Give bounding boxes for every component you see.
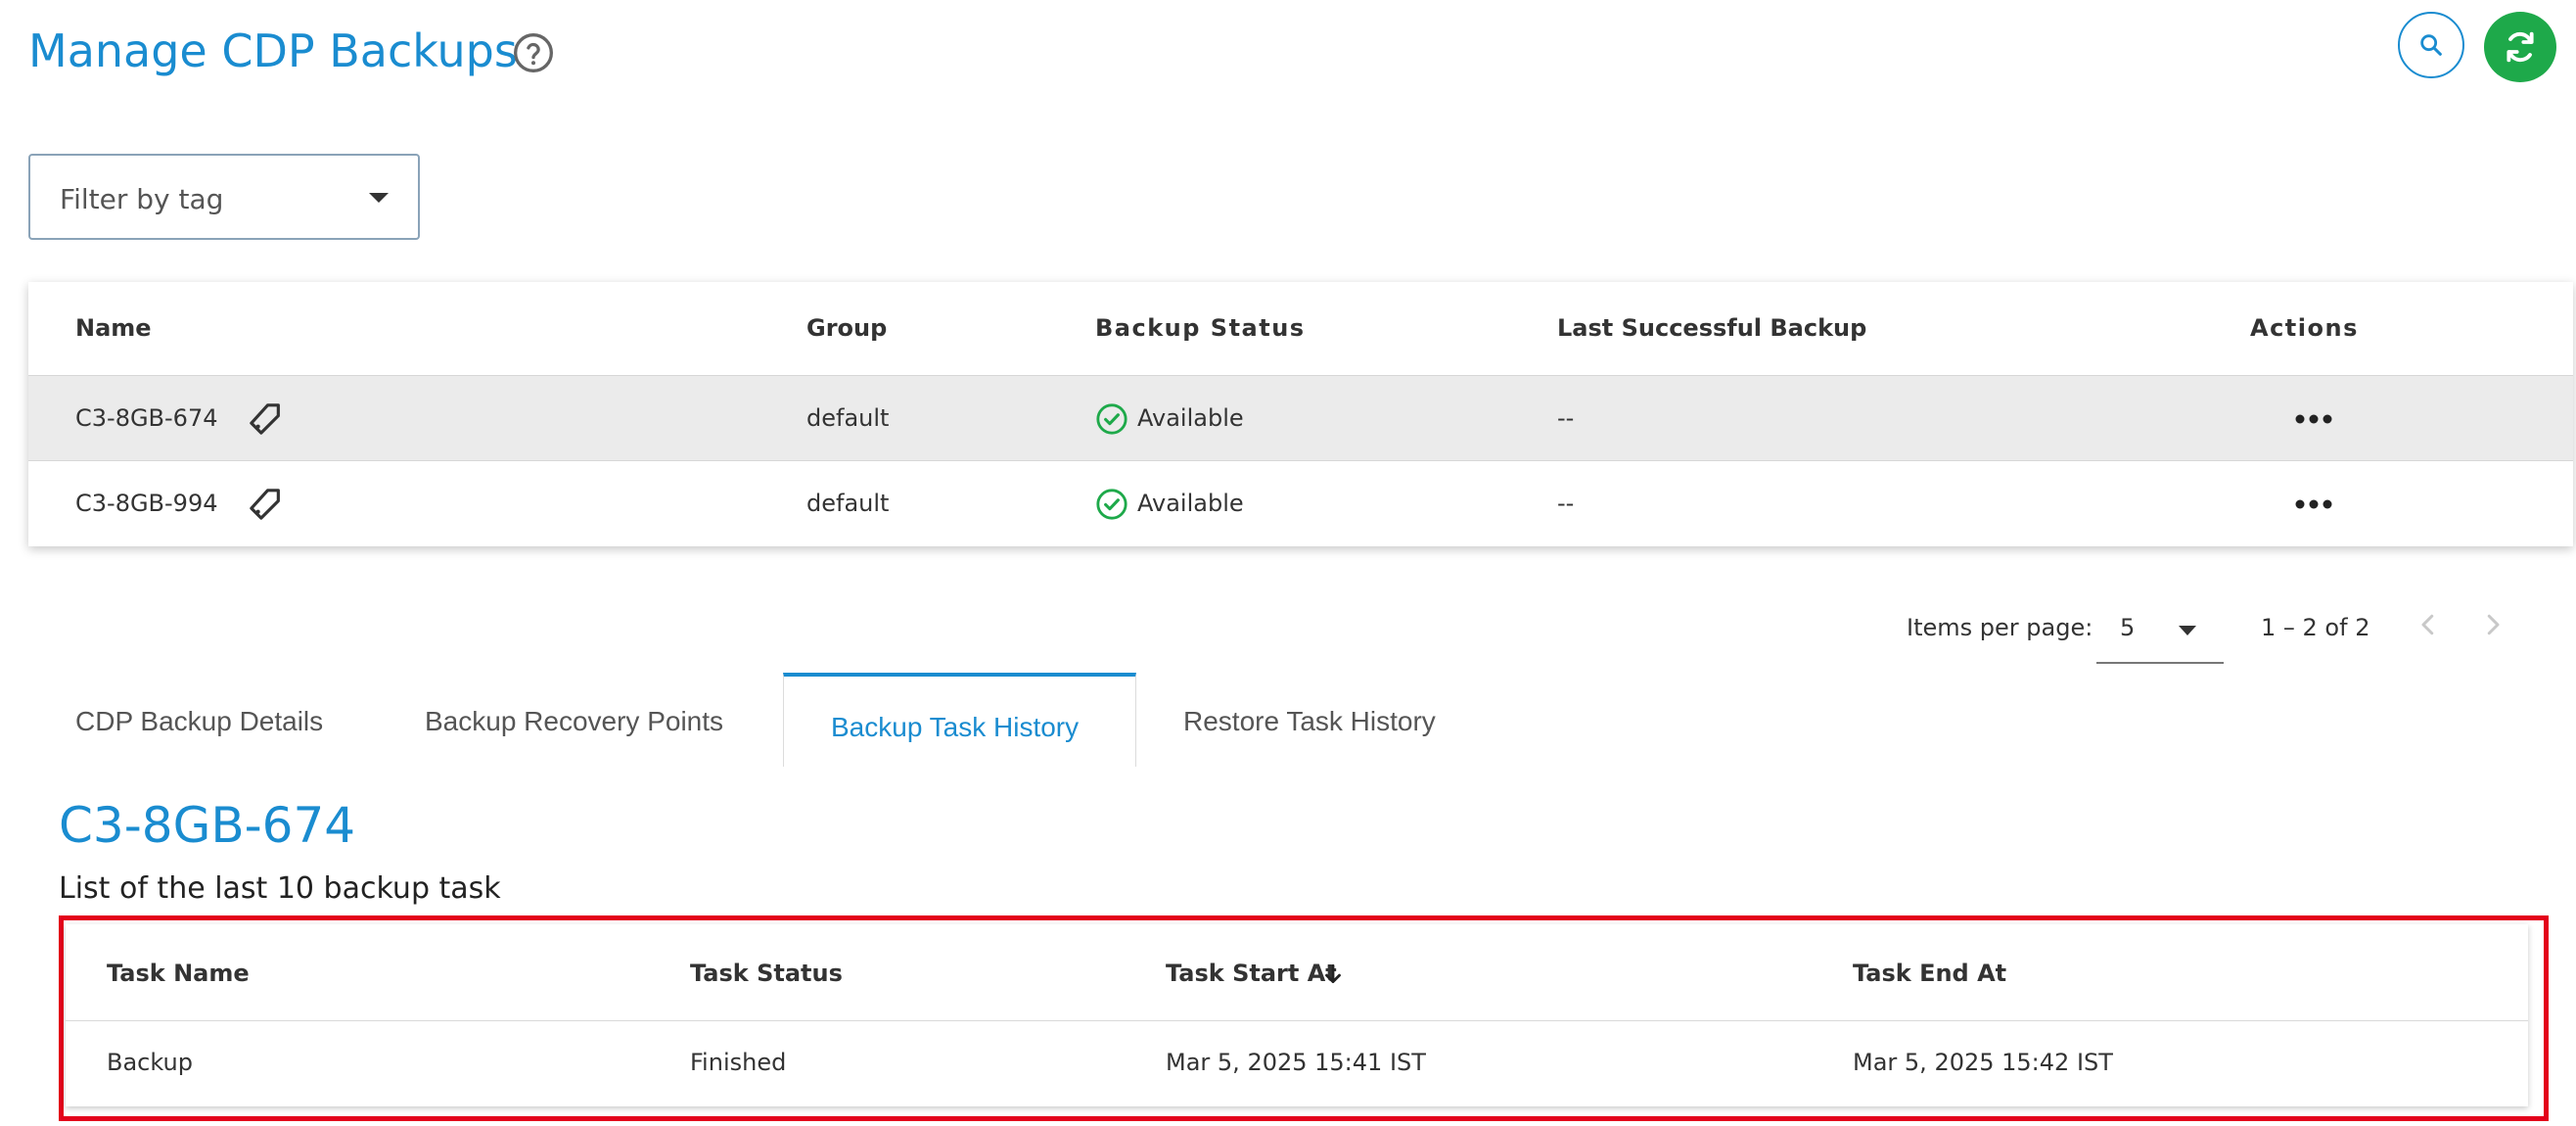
column-header-task-status[interactable]: Task Status [690,960,843,987]
items-per-page-label: Items per page: [1907,614,2093,641]
table-row[interactable]: C3-8GB-994 default Available -- [28,461,2573,546]
detail-title: C3-8GB-674 [59,797,356,854]
tab-backup-task-history[interactable]: Backup Task History [783,673,1136,767]
more-actions-icon[interactable] [2294,411,2333,427]
page-title: Manage CDP Backups [28,24,518,77]
table-row[interactable]: C3-8GB-674 default Available -- [28,375,2573,461]
column-header-task-end-at[interactable]: Task End At [1853,960,2006,987]
chevron-down-icon [2179,626,2196,635]
filter-by-tag-select[interactable]: Filter by tag [28,154,420,240]
table-row[interactable]: Backup Finished Mar 5, 2025 15:41 IST Ma… [66,1020,2528,1106]
page-range: 1 – 2 of 2 [2261,614,2370,641]
column-header-task-start-at[interactable]: Task Start At [1166,960,1337,987]
column-header-name[interactable]: Name [75,314,152,342]
task-end: Mar 5, 2025 15:42 IST [1853,1049,2113,1076]
refresh-icon [2507,31,2534,63]
column-header-last-successful-backup[interactable]: Last Successful Backup [1557,314,1866,342]
check-circle-icon [1096,489,1127,520]
tab-restore-task-history[interactable]: Restore Task History [1183,706,1436,737]
help-circle-icon[interactable] [512,31,555,74]
check-circle-icon [1096,403,1127,435]
search-icon [2420,34,2442,56]
tab-backup-task-history-label: Backup Task History [831,712,1080,742]
arrow-down-icon[interactable] [1320,962,1346,987]
backups-table: Name Group Backup Status Last Successful… [28,282,2573,546]
chevron-right-icon[interactable] [2478,610,2507,639]
detail-subtitle: List of the last 10 backup task [59,871,501,906]
tab-backup-recovery-points[interactable]: Backup Recovery Points [425,706,723,737]
row-status: Available [1137,404,1244,432]
row-last-backup: -- [1557,490,1575,517]
tag-icon[interactable] [246,399,285,439]
row-status: Available [1137,490,1244,517]
row-last-backup: -- [1557,404,1575,432]
column-header-group[interactable]: Group [806,314,887,342]
more-actions-icon[interactable] [2294,496,2333,512]
row-group: default [806,404,890,432]
task-name: Backup [107,1049,193,1076]
column-header-task-name[interactable]: Task Name [107,960,250,987]
filter-by-tag-label: Filter by tag [60,183,224,215]
refresh-button[interactable] [2484,12,2556,82]
task-status: Finished [690,1049,787,1076]
page-size-select[interactable]: 5 [2096,599,2224,664]
page-size-value: 5 [2120,614,2136,641]
task-history-table: Task Name Task Status Task Start At Task… [66,924,2528,1106]
chevron-left-icon[interactable] [2414,610,2443,639]
column-header-backup-status[interactable]: Backup Status [1095,314,1306,342]
row-name: C3-8GB-994 [75,490,218,517]
search-button[interactable] [2398,12,2464,78]
tag-icon[interactable] [246,485,285,524]
task-start: Mar 5, 2025 15:41 IST [1166,1049,1426,1076]
row-name: C3-8GB-674 [75,404,218,432]
row-group: default [806,490,890,517]
chevron-down-icon [369,193,389,203]
column-header-actions: Actions [2250,314,2359,342]
tab-cdp-backup-details[interactable]: CDP Backup Details [75,706,323,737]
